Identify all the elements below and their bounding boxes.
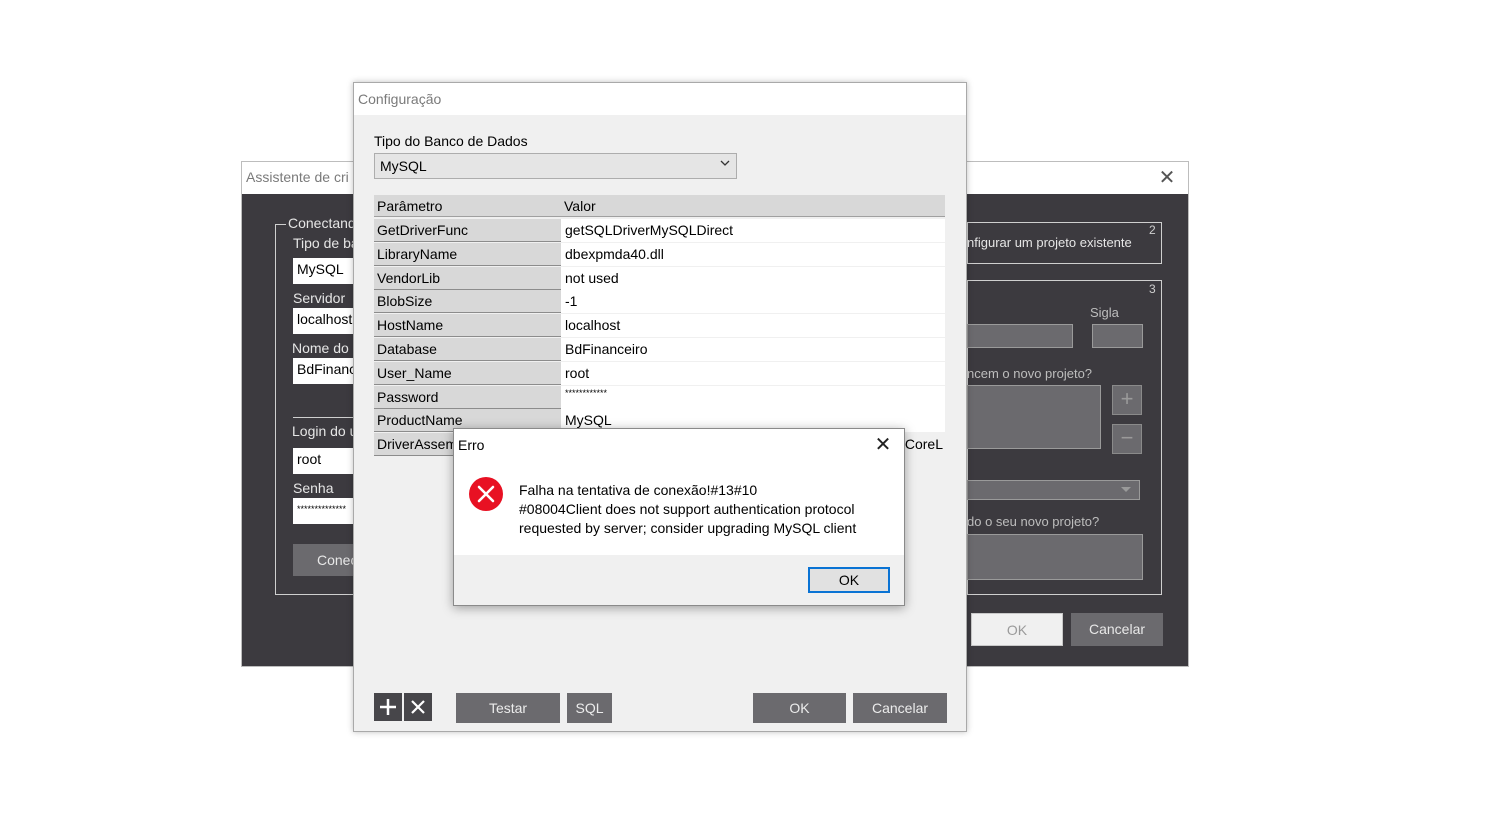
project-name-input[interactable]: [967, 324, 1073, 348]
error-icon: [469, 477, 503, 511]
minus-icon: −: [1120, 425, 1134, 450]
table-row[interactable]: Database BdFinanceiro: [374, 338, 945, 362]
param-value-cell[interactable]: getSQLDriverMySQLDirect: [561, 219, 945, 242]
error-ok-button[interactable]: OK: [808, 567, 890, 593]
param-value-cell[interactable]: BdFinanceiro: [561, 338, 945, 361]
group2-number: 2: [1149, 223, 1156, 237]
wizard-password-input[interactable]: **************: [293, 498, 355, 524]
error-message-line-1: Falha na tentativa de conexão!#13#10: [519, 482, 758, 498]
wizard-cancel-button[interactable]: Cancelar: [1071, 613, 1163, 646]
db-type-select[interactable]: MySQL: [374, 153, 737, 179]
param-name-cell: Database: [374, 338, 561, 361]
sql-button[interactable]: SQL: [567, 693, 612, 723]
plus-icon: +: [1120, 386, 1134, 411]
param-name-cell: HostName: [374, 314, 561, 338]
wizard-db-type-select[interactable]: MySQL: [293, 258, 355, 284]
error-footer: OK: [454, 555, 904, 605]
table-row[interactable]: HostName localhost: [374, 314, 945, 338]
project-users-list[interactable]: [967, 385, 1101, 449]
wizard-login-input[interactable]: root: [293, 448, 355, 474]
table-row[interactable]: BlobSize -1: [374, 290, 945, 314]
table-row[interactable]: LibraryName dbexpmda40.dll: [374, 242, 945, 267]
sigla-label: Sigla: [1090, 305, 1119, 320]
wizard-connect-button[interactable]: Conec: [293, 544, 357, 576]
wizard-divider: [293, 417, 355, 418]
param-name-cell: VendorLib: [374, 266, 561, 290]
param-name-cell: GetDriverFunc: [374, 219, 561, 242]
param-value-cell[interactable]: dbexpmda40.dll: [561, 242, 945, 266]
wizard-dbname-input[interactable]: BdFinanc: [293, 358, 355, 384]
param-value-cell[interactable]: not used: [561, 266, 945, 290]
config-cancel-button[interactable]: Cancelar: [853, 693, 947, 723]
error-close-icon[interactable]: ✕: [870, 432, 896, 458]
wizard-login-label: Login do u: [292, 423, 358, 439]
config-window: Configuração Tipo do Banco de Dados MySQ…: [353, 82, 967, 732]
project-description-input[interactable]: [967, 534, 1143, 580]
error-message-line-3: requested by server; consider upgrading …: [519, 520, 857, 536]
new-project-question: ncem o novo projeto?: [967, 366, 1093, 381]
wizard-password-label: Senha: [293, 480, 334, 496]
param-value-cell[interactable]: root: [561, 361, 945, 385]
config-title: Configuração: [358, 91, 442, 107]
connecting-label: Conectand: [286, 215, 358, 231]
param-value-cell[interactable]: -1: [561, 290, 945, 314]
add-user-button[interactable]: +: [1112, 385, 1142, 415]
db-type-value: MySQL: [380, 158, 427, 174]
wizard-ok-button[interactable]: OK: [971, 613, 1063, 646]
close-icon: [411, 700, 425, 714]
plus-icon: [380, 699, 396, 715]
wizard-close-icon[interactable]: ✕: [1154, 166, 1180, 190]
header-parameter: Parâmetro: [377, 198, 443, 214]
chevron-down-icon: [1121, 487, 1131, 492]
table-row[interactable]: Password ************: [374, 385, 945, 410]
add-param-button[interactable]: [374, 693, 402, 721]
group3-number: 3: [1149, 282, 1156, 296]
param-name-cell: Password: [374, 385, 561, 409]
param-name-cell: BlobSize: [374, 290, 561, 314]
remove-param-button[interactable]: [404, 693, 432, 721]
wizard-server-input[interactable]: localhost:: [293, 308, 355, 334]
config-titlebar: Configuração: [354, 83, 966, 115]
wizard-title: Assistente de cri: [246, 169, 349, 185]
error-message-line-2: #08004Client does not support authentica…: [519, 501, 855, 517]
db-type-label: Tipo do Banco de Dados: [374, 133, 528, 149]
chevron-down-icon: [720, 160, 730, 166]
remove-user-button[interactable]: −: [1112, 424, 1142, 454]
sigla-input[interactable]: [1092, 324, 1143, 348]
table-row[interactable]: GetDriverFunc getSQLDriverMySQLDirect: [374, 219, 945, 243]
wizard-dbname-label: Nome do b: [292, 340, 361, 356]
configure-existing-option[interactable]: nfigurar um projeto existente: [967, 235, 1132, 250]
error-title: Erro: [458, 437, 485, 453]
param-value-cell[interactable]: ************: [561, 385, 945, 409]
wizard-db-type-label: Tipo de ba: [293, 235, 359, 251]
error-dialog: Erro ✕ Falha na tentativa de conexão!#13…: [453, 428, 905, 606]
grid-header: Parâmetro Valor: [374, 195, 945, 217]
table-row[interactable]: VendorLib not used: [374, 266, 945, 291]
project-select[interactable]: [967, 480, 1140, 500]
param-name-cell: User_Name: [374, 361, 561, 385]
param-value-cell[interactable]: localhost: [561, 314, 945, 338]
new-project-question-2: do o seu novo projeto?: [967, 514, 1100, 529]
test-button[interactable]: Testar: [456, 693, 560, 723]
wizard-server-label: Servidor: [293, 290, 346, 306]
header-value: Valor: [564, 198, 596, 214]
param-name-cell: LibraryName: [374, 242, 561, 266]
error-message: Falha na tentativa de conexão!#13#10 #08…: [519, 481, 899, 538]
table-row[interactable]: User_Name root: [374, 361, 945, 386]
config-ok-button[interactable]: OK: [753, 693, 846, 723]
